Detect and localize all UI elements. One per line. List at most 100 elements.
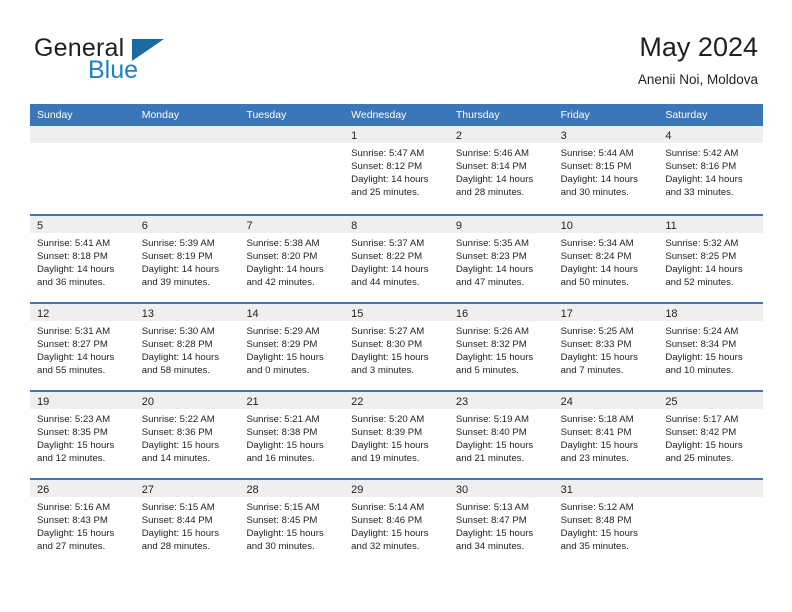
weekday-header-tuesday: Tuesday bbox=[246, 109, 287, 121]
day-detail-line: and 55 minutes. bbox=[37, 365, 106, 377]
day-number-band: 24 bbox=[553, 392, 659, 409]
day-number-band: 16 bbox=[448, 304, 554, 321]
day-cell[interactable]: 21 Sunrise: 5:21 AM Sunset: 8:38 PM Dayligh… bbox=[239, 392, 345, 478]
day-details: Sunrise: 5:35 AM Sunset: 8:23 PM Daylight:… bbox=[449, 233, 554, 289]
day-cell[interactable]: 5 Sunrise: 5:41 AM Sunset: 8:18 PM Daylight… bbox=[30, 216, 135, 302]
day-cell[interactable]: 10 Sunrise: 5:34 AM Sunset: 8:24 PM Dayligh… bbox=[553, 216, 659, 302]
day-number-band: 1 bbox=[344, 126, 449, 143]
day-detail-line: and 23 minutes. bbox=[560, 453, 629, 465]
day-number-band: 11 bbox=[658, 216, 764, 233]
day-detail-line: Daylight: 15 hours bbox=[455, 528, 534, 540]
day-cell[interactable]: 2 Sunrise: 5:46 AM Sunset: 8:14 PM Daylight… bbox=[448, 126, 554, 214]
day-cell[interactable]: 9 Sunrise: 5:35 AM Sunset: 8:23 PM Daylight… bbox=[448, 216, 554, 302]
day-detail-line: Sunset: 8:44 PM bbox=[141, 515, 213, 527]
day-number-band: 26 bbox=[30, 480, 135, 497]
day-detail-line: Sunrise: 5:22 AM bbox=[141, 414, 215, 425]
day-detail-line: Daylight: 14 hours bbox=[37, 264, 115, 276]
day-detail-line: Sunrise: 5:24 AM bbox=[665, 326, 739, 337]
day-details: Sunrise: 5:13 AM Sunset: 8:47 PM Daylight:… bbox=[449, 497, 554, 553]
day-cell[interactable]: 15 Sunrise: 5:27 AM Sunset: 8:30 PM Dayligh… bbox=[344, 304, 449, 390]
day-detail-line: Sunset: 8:43 PM bbox=[37, 515, 108, 527]
day-detail-line: Daylight: 14 hours bbox=[351, 264, 429, 276]
day-detail-line: Sunrise: 5:42 AM bbox=[665, 148, 739, 159]
day-number-band: 18 bbox=[658, 304, 764, 321]
day-cell[interactable]: 16 Sunrise: 5:26 AM Sunset: 8:32 PM Dayligh… bbox=[448, 304, 554, 390]
day-detail-line: Sunrise: 5:17 AM bbox=[665, 414, 739, 425]
day-details: Sunrise: 5:21 AM Sunset: 8:38 PM Daylight:… bbox=[239, 409, 344, 465]
day-detail-line: and 28 minutes. bbox=[455, 187, 525, 199]
day-detail-line: Daylight: 15 hours bbox=[560, 440, 638, 452]
day-detail-line: and 3 minutes. bbox=[351, 365, 415, 377]
day-cell[interactable]: 27 Sunrise: 5:15 AM Sunset: 8:44 PM Dayligh… bbox=[134, 480, 240, 566]
day-details: Sunrise: 5:29 AM Sunset: 8:29 PM Daylight:… bbox=[239, 321, 344, 377]
day-number: 14 bbox=[246, 308, 259, 320]
day-cell[interactable]: 24 Sunrise: 5:18 AM Sunset: 8:41 PM Dayligh… bbox=[553, 392, 659, 478]
day-detail-line: Sunrise: 5:18 AM bbox=[560, 414, 634, 425]
calendar-week-row: 1 Sunrise: 5:47 AM Sunset: 8:12 PM Daylight… bbox=[30, 126, 764, 214]
day-details: Sunrise: 5:42 AM Sunset: 8:16 PM Daylight:… bbox=[658, 143, 763, 199]
day-detail-line: Sunrise: 5:15 AM bbox=[141, 502, 215, 513]
day-detail-line: Sunrise: 5:29 AM bbox=[246, 326, 320, 337]
day-detail-line: Sunrise: 5:44 AM bbox=[560, 148, 634, 159]
day-details: Sunrise: 5:31 AM Sunset: 8:27 PM Daylight:… bbox=[30, 321, 135, 377]
day-cell[interactable]: 1 Sunrise: 5:47 AM Sunset: 8:12 PM Daylight… bbox=[344, 126, 449, 214]
day-number: 7 bbox=[246, 220, 253, 232]
day-cell[interactable]: 20 Sunrise: 5:22 AM Sunset: 8:36 PM Dayligh… bbox=[134, 392, 240, 478]
day-number-band: 30 bbox=[448, 480, 554, 497]
day-number: 31 bbox=[560, 484, 573, 496]
day-cell[interactable]: 30 Sunrise: 5:13 AM Sunset: 8:47 PM Dayligh… bbox=[448, 480, 554, 566]
day-cell[interactable]: 25 Sunrise: 5:17 AM Sunset: 8:42 PM Dayligh… bbox=[658, 392, 764, 478]
day-detail-line: and 30 minutes. bbox=[246, 541, 315, 553]
day-detail-line: and 0 minutes. bbox=[246, 365, 310, 377]
day-detail-line: Daylight: 14 hours bbox=[246, 264, 324, 276]
day-cell[interactable]: 13 Sunrise: 5:30 AM Sunset: 8:28 PM Dayligh… bbox=[134, 304, 240, 390]
day-cell[interactable]: 6 Sunrise: 5:39 AM Sunset: 8:19 PM Daylight… bbox=[134, 216, 240, 302]
day-detail-line: and 33 minutes. bbox=[665, 187, 734, 199]
day-detail-line: and 10 minutes. bbox=[665, 365, 734, 377]
day-number: 10 bbox=[560, 220, 573, 232]
day-number-band: 29 bbox=[344, 480, 449, 497]
day-detail-line: Sunrise: 5:15 AM bbox=[246, 502, 320, 513]
day-cell[interactable]: 7 Sunrise: 5:38 AM Sunset: 8:20 PM Daylight… bbox=[239, 216, 345, 302]
day-detail-line: Sunrise: 5:19 AM bbox=[455, 414, 529, 425]
calendar-week-row: 19 Sunrise: 5:23 AM Sunset: 8:35 PM Dayligh… bbox=[30, 390, 764, 478]
brand-logo[interactable]: General Blue bbox=[34, 34, 254, 90]
day-cell[interactable]: 29 Sunrise: 5:14 AM Sunset: 8:46 PM Dayligh… bbox=[344, 480, 449, 566]
day-detail-line: Daylight: 14 hours bbox=[141, 352, 220, 364]
day-cell[interactable]: 14 Sunrise: 5:29 AM Sunset: 8:29 PM Dayligh… bbox=[239, 304, 345, 390]
day-cell[interactable]: 12 Sunrise: 5:31 AM Sunset: 8:27 PM Dayligh… bbox=[30, 304, 135, 390]
day-cell[interactable]: 23 Sunrise: 5:19 AM Sunset: 8:40 PM Dayligh… bbox=[448, 392, 554, 478]
day-cell[interactable]: 22 Sunrise: 5:20 AM Sunset: 8:39 PM Dayligh… bbox=[344, 392, 449, 478]
day-details: Sunrise: 5:23 AM Sunset: 8:35 PM Daylight:… bbox=[30, 409, 135, 465]
day-cell[interactable]: 19 Sunrise: 5:23 AM Sunset: 8:35 PM Dayligh… bbox=[30, 392, 135, 478]
day-detail-line: and 5 minutes. bbox=[455, 365, 519, 377]
day-detail-line: Daylight: 15 hours bbox=[141, 440, 220, 452]
day-number: 24 bbox=[560, 396, 573, 408]
day-detail-line: Sunset: 8:33 PM bbox=[560, 339, 632, 351]
day-number-band: 10 bbox=[553, 216, 659, 233]
calendar-weeks: 1 Sunrise: 5:47 AM Sunset: 8:12 PM Daylight… bbox=[30, 126, 764, 566]
day-detail-line: Daylight: 14 hours bbox=[141, 264, 220, 276]
day-number-band: 8 bbox=[344, 216, 449, 233]
day-cell[interactable]: 26 Sunrise: 5:16 AM Sunset: 8:43 PM Dayligh… bbox=[30, 480, 135, 566]
day-detail-line: Daylight: 14 hours bbox=[665, 174, 743, 186]
day-cell[interactable]: 28 Sunrise: 5:15 AM Sunset: 8:45 PM Dayligh… bbox=[239, 480, 345, 566]
day-cell[interactable]: 11 Sunrise: 5:32 AM Sunset: 8:25 PM Dayligh… bbox=[658, 216, 764, 302]
day-cell[interactable]: 31 Sunrise: 5:12 AM Sunset: 8:48 PM Dayligh… bbox=[553, 480, 659, 566]
day-cell[interactable]: 3 Sunrise: 5:44 AM Sunset: 8:15 PM Daylight… bbox=[553, 126, 659, 214]
day-cell[interactable]: 8 Sunrise: 5:37 AM Sunset: 8:22 PM Daylight… bbox=[344, 216, 449, 302]
day-details: Sunrise: 5:17 AM Sunset: 8:42 PM Daylight:… bbox=[658, 409, 763, 465]
day-detail-line: Sunset: 8:28 PM bbox=[141, 339, 213, 351]
weekday-header-saturday: Saturday bbox=[665, 109, 708, 121]
day-number-band bbox=[30, 126, 135, 143]
day-number: 26 bbox=[37, 484, 50, 496]
day-cell[interactable]: 18 Sunrise: 5:24 AM Sunset: 8:34 PM Dayligh… bbox=[658, 304, 764, 390]
day-number: 17 bbox=[560, 308, 573, 320]
day-detail-line: Sunset: 8:32 PM bbox=[455, 339, 527, 351]
day-cell[interactable]: 17 Sunrise: 5:25 AM Sunset: 8:33 PM Dayligh… bbox=[553, 304, 659, 390]
day-number: 19 bbox=[37, 396, 50, 408]
day-detail-line: Sunrise: 5:25 AM bbox=[560, 326, 634, 337]
day-detail-line: Sunrise: 5:14 AM bbox=[351, 502, 425, 513]
day-detail-line: and 42 minutes. bbox=[246, 277, 315, 289]
day-cell[interactable]: 4 Sunrise: 5:42 AM Sunset: 8:16 PM Daylight… bbox=[658, 126, 764, 214]
